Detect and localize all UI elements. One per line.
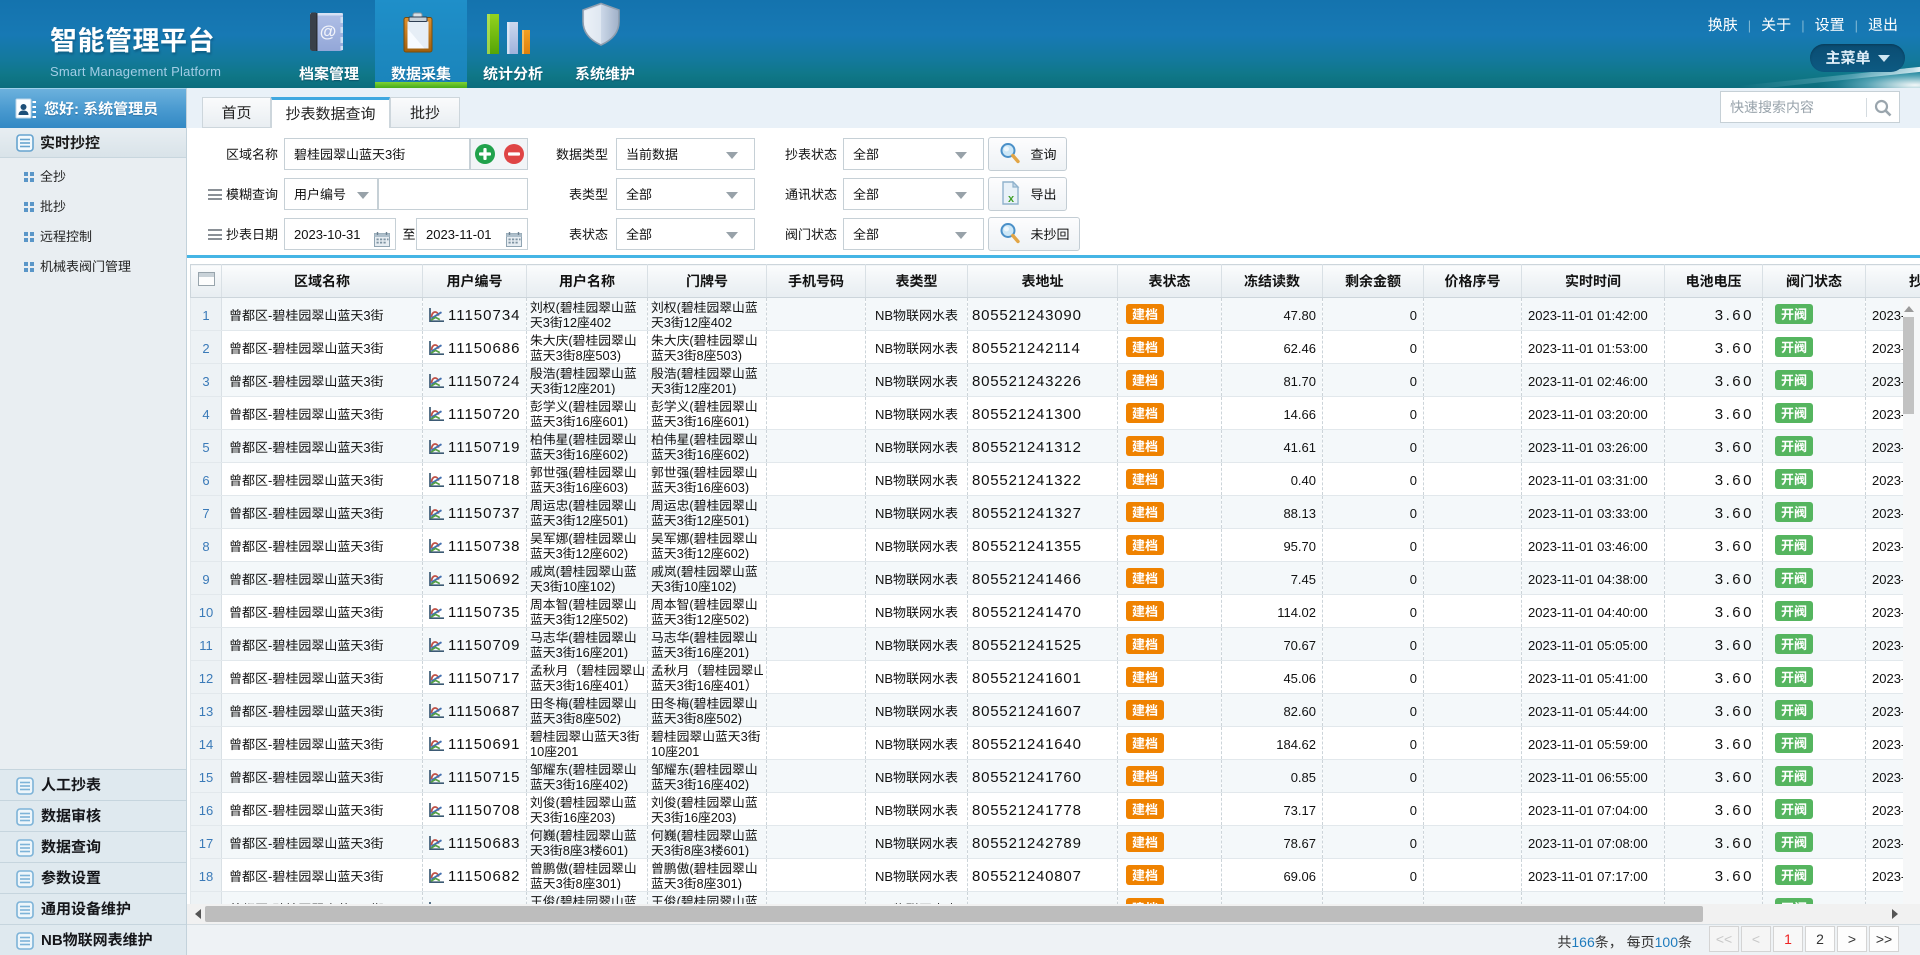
svg-text:x: x xyxy=(1008,193,1015,205)
svg-text:@: @ xyxy=(320,22,337,41)
